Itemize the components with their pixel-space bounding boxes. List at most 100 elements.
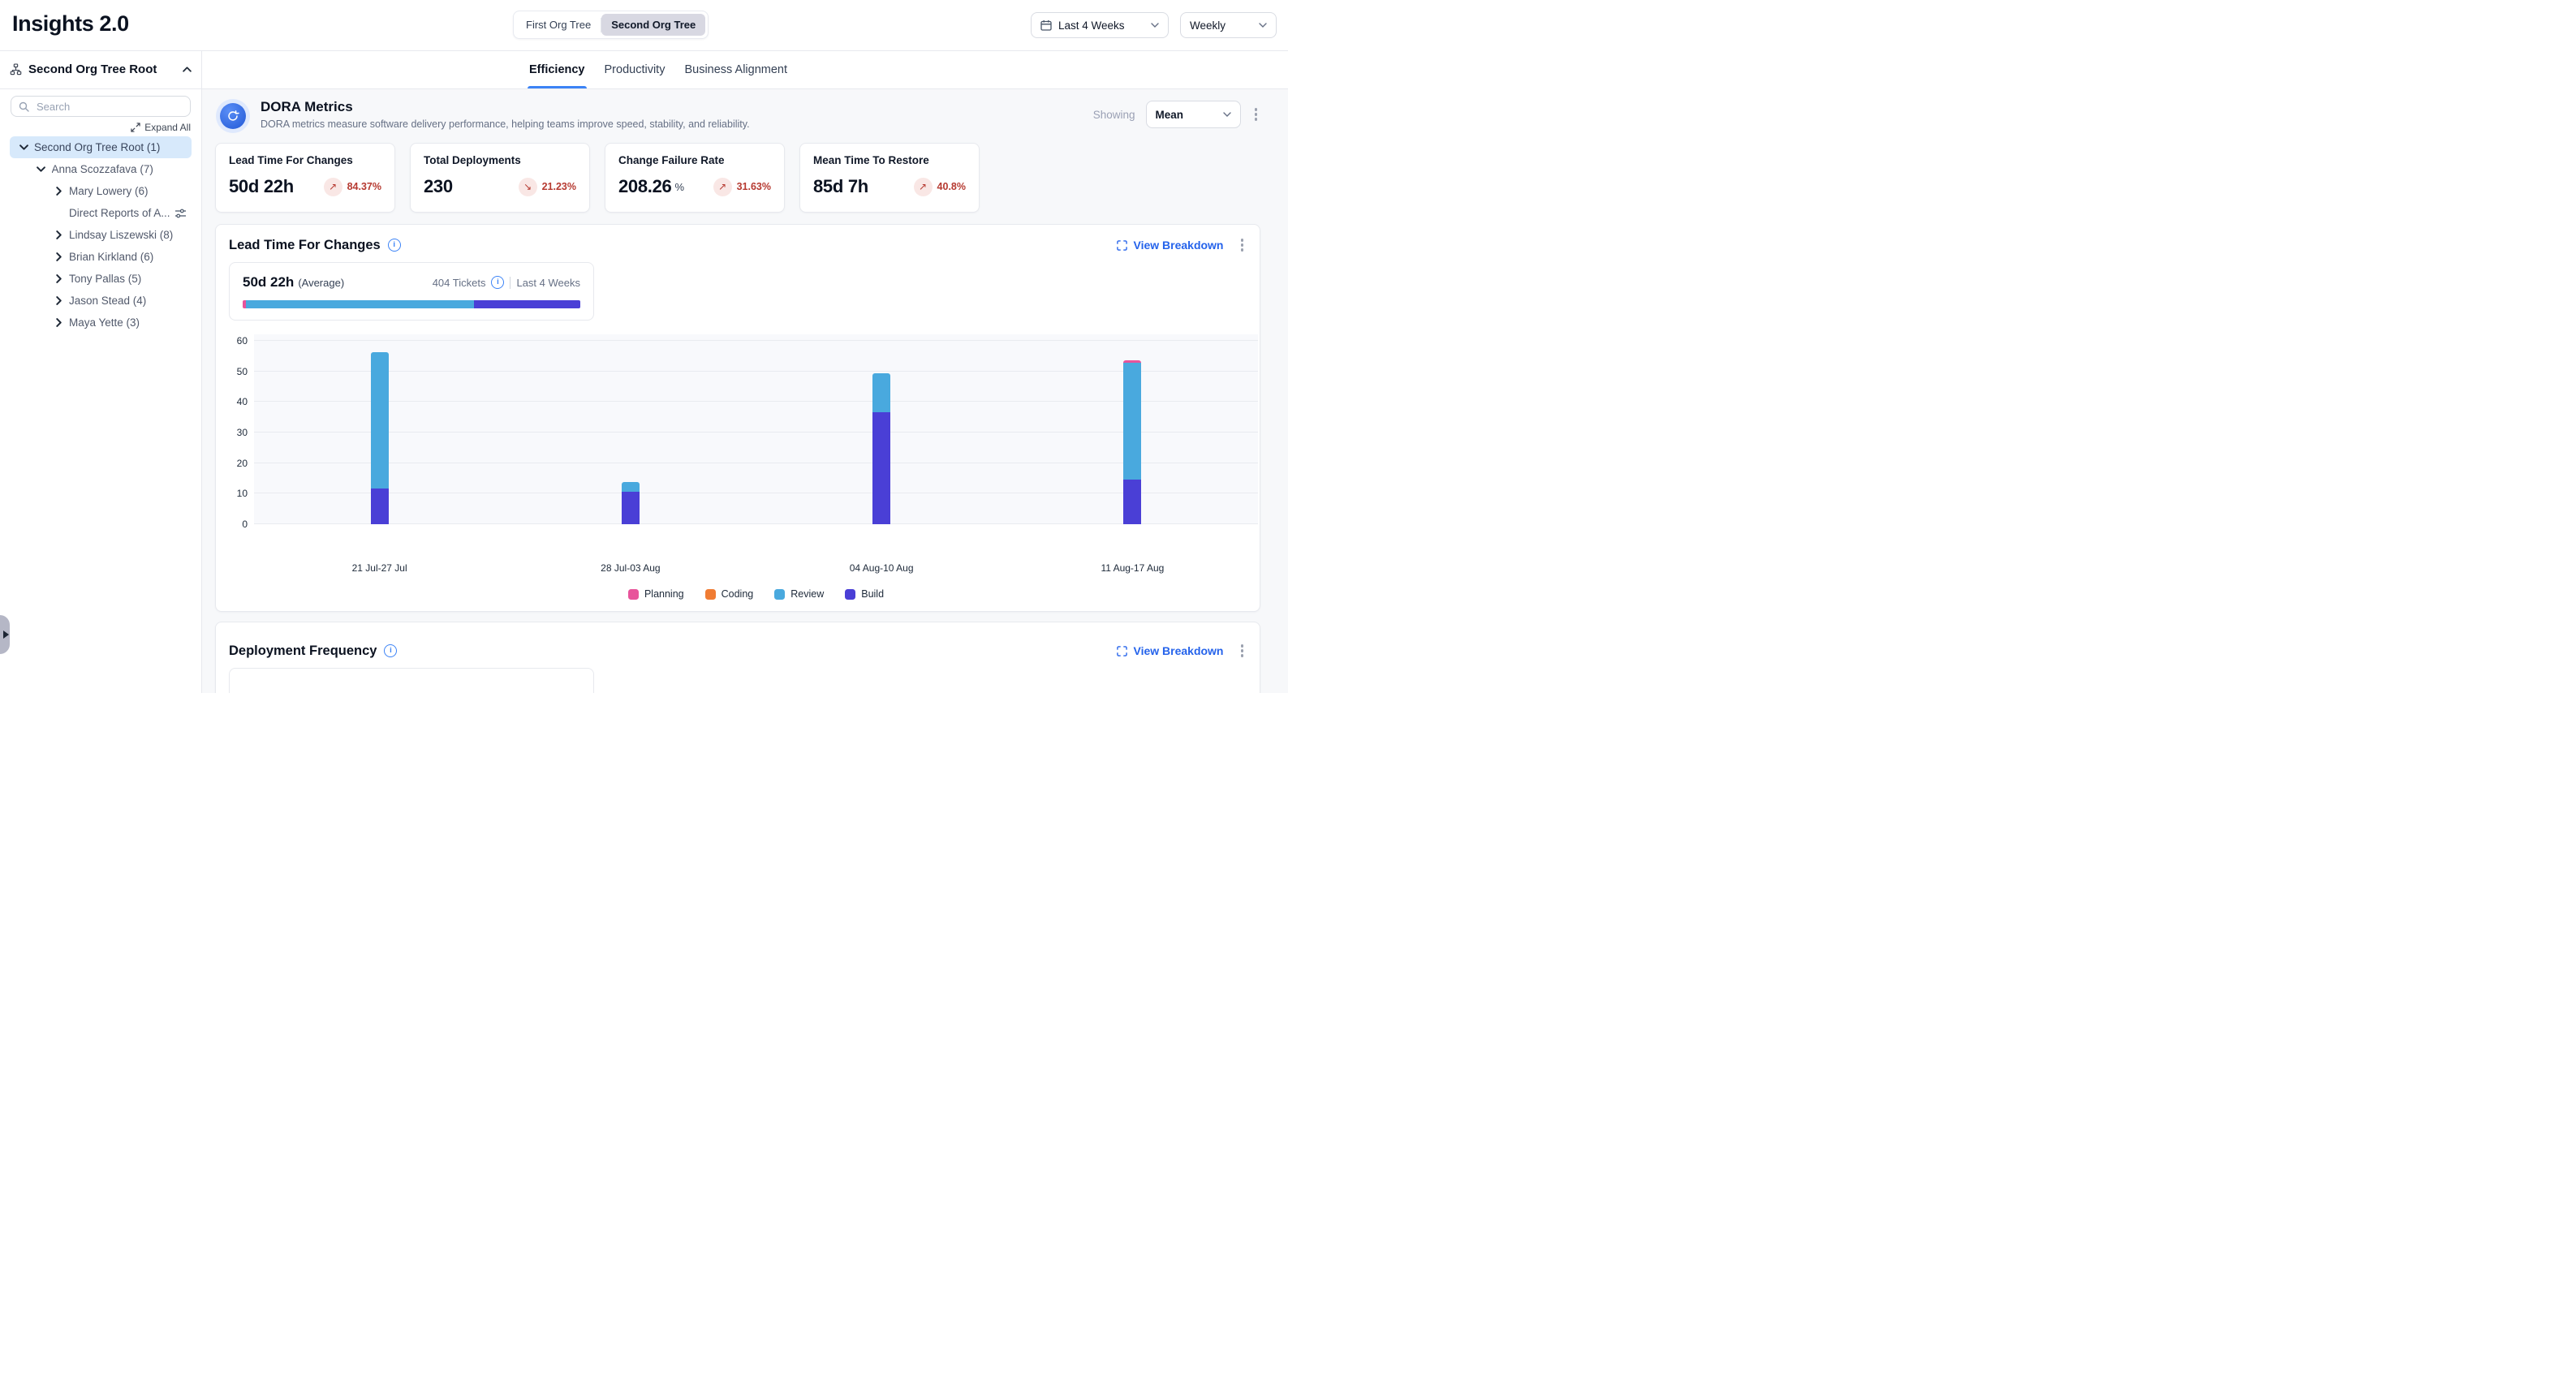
chevron-right-icon[interactable] xyxy=(53,296,64,305)
metric-card[interactable]: Lead Time For Changes50d 22h↗84.37% xyxy=(215,143,395,213)
expand-all-icon xyxy=(131,123,140,132)
info-icon[interactable]: i xyxy=(491,276,504,289)
chevron-right-icon[interactable] xyxy=(53,318,64,327)
phase-distribution-bar xyxy=(243,300,580,308)
metric-card[interactable]: Total Deployments230↘21.23% xyxy=(410,143,590,213)
chevron-right-icon[interactable] xyxy=(53,187,64,196)
tab-efficiency[interactable]: Efficiency xyxy=(528,50,587,88)
summary-period: Last 4 Weeks xyxy=(516,277,580,289)
lead-time-section: Lead Time For Changes i View Breakdown xyxy=(215,224,1260,612)
tab-business-alignment[interactable]: Business Alignment xyxy=(683,50,789,88)
stacked-bar xyxy=(622,482,640,524)
dora-cycle-icon xyxy=(220,103,246,129)
legend-item-planning[interactable]: Planning xyxy=(628,588,684,600)
org-tree-toggle-option[interactable]: First Org Tree xyxy=(516,14,601,36)
x-axis-tick-label: 21 Jul-27 Jul xyxy=(352,562,407,574)
tab-productivity[interactable]: Productivity xyxy=(603,50,667,88)
tree-item-label: Brian Kirkland (6) xyxy=(69,251,153,263)
legend-item-coding[interactable]: Coding xyxy=(705,588,754,600)
gridline xyxy=(254,340,1258,341)
tree-item[interactable]: Jason Stead (4) xyxy=(10,290,192,312)
deployment-frequency-title: Deployment Frequency xyxy=(229,644,377,659)
sidebar: Second Org Tree Root Expand All Second O… xyxy=(0,50,202,693)
chart-x-axis: 21 Jul-27 Jul28 Jul-03 Aug04 Aug-10 Aug1… xyxy=(254,562,1258,574)
tree-item-label: Direct Reports of A... xyxy=(69,207,170,219)
info-icon[interactable]: i xyxy=(384,644,397,657)
content-scroll-area: DORA Metrics DORA metrics measure softwa… xyxy=(202,88,1288,693)
chevron-down-icon[interactable] xyxy=(36,166,47,172)
tree-item[interactable]: Second Org Tree Root (1) xyxy=(10,136,192,158)
chevron-right-icon[interactable] xyxy=(53,274,64,283)
y-axis-tick-label: 60 xyxy=(223,335,248,346)
summary-qualifier: (Average) xyxy=(298,277,344,289)
metric-card-value: 85d 7h xyxy=(813,176,868,197)
app-header: Insights 2.0 First Org TreeSecond Org Tr… xyxy=(0,0,1288,51)
chevron-down-icon xyxy=(1223,112,1231,117)
legend-swatch xyxy=(845,589,855,600)
info-icon[interactable]: i xyxy=(388,239,401,252)
sidebar-header: Second Org Tree Root xyxy=(0,50,201,89)
main-content: Efficiency Productivity Business Alignment… xyxy=(202,50,1288,693)
tree-item-label: Lindsay Liszewski (8) xyxy=(69,229,173,241)
tree-item[interactable]: Anna Scozzafava (7) xyxy=(10,158,192,180)
gridline xyxy=(254,371,1258,372)
kebab-menu-icon[interactable] xyxy=(1238,235,1247,255)
aggregation-value: Mean xyxy=(1156,109,1217,121)
expand-all-button[interactable]: Expand All xyxy=(11,122,191,133)
chart-legend: Planning Coding Review Build xyxy=(254,588,1258,600)
legend-swatch xyxy=(705,589,716,600)
tree-item[interactable]: Tony Pallas (5) xyxy=(10,268,192,290)
stacked-bar xyxy=(872,373,890,524)
tree-item-label: Second Org Tree Root (1) xyxy=(34,141,160,153)
chevron-down-icon[interactable] xyxy=(18,144,29,150)
metric-card-suffix: % xyxy=(675,181,685,193)
collapse-panel-icon[interactable] xyxy=(183,67,192,72)
aggregation-select[interactable]: Mean xyxy=(1146,101,1241,128)
showing-label: Showing xyxy=(1093,109,1135,121)
bar-segment-build xyxy=(872,412,890,524)
triangle-right-icon xyxy=(3,631,9,639)
trend-up-icon: ↗ xyxy=(324,178,342,196)
dora-metrics-header: DORA Metrics DORA metrics measure softwa… xyxy=(215,99,1260,130)
metric-card[interactable]: Change Failure Rate208.26%↗31.63% xyxy=(605,143,785,213)
chart-plot-area: 0102030405060 xyxy=(254,334,1258,524)
chevron-right-icon[interactable] xyxy=(53,230,64,239)
view-breakdown-button[interactable]: View Breakdown xyxy=(1117,239,1223,252)
tree-item[interactable]: Brian Kirkland (6) xyxy=(10,246,192,268)
deployment-summary xyxy=(229,668,594,693)
tree-item[interactable]: Mary Lowery (6) xyxy=(10,180,192,202)
tree-item[interactable]: Maya Yette (3) xyxy=(10,312,192,334)
y-axis-tick-label: 30 xyxy=(223,427,248,438)
chevron-down-icon xyxy=(1259,23,1267,28)
phase-segment-build xyxy=(474,300,580,308)
y-axis-tick-label: 50 xyxy=(223,366,248,377)
date-range-select[interactable]: Last 4 Weeks xyxy=(1031,12,1169,38)
metric-card-delta: 84.37% xyxy=(347,181,381,192)
sidebar-collapse-handle[interactable] xyxy=(0,615,10,654)
date-range-value: Last 4 Weeks xyxy=(1058,19,1144,32)
org-tree-toggle-option[interactable]: Second Org Tree xyxy=(601,14,705,36)
search-input[interactable] xyxy=(35,100,183,114)
metric-card-delta: 40.8% xyxy=(937,181,966,192)
kebab-menu-icon[interactable] xyxy=(1251,105,1261,124)
kebab-menu-icon[interactable] xyxy=(1238,641,1247,661)
legend-label: Build xyxy=(861,588,884,600)
filter-icon[interactable] xyxy=(174,209,187,218)
bar-segment-build xyxy=(622,492,640,524)
x-axis-tick-label: 11 Aug-17 Aug xyxy=(1101,562,1164,574)
legend-item-build[interactable]: Build xyxy=(845,588,884,600)
chevron-right-icon[interactable] xyxy=(53,252,64,261)
view-breakdown-button[interactable]: View Breakdown xyxy=(1117,644,1223,657)
org-tree-icon xyxy=(10,63,22,75)
x-axis-tick-label: 28 Jul-03 Aug xyxy=(601,562,660,574)
y-axis-tick-label: 10 xyxy=(223,488,248,499)
tree-item[interactable]: Lindsay Liszewski (8) xyxy=(10,224,192,246)
granularity-select[interactable]: Weekly xyxy=(1180,12,1277,38)
trend-up-icon: ↗ xyxy=(713,178,732,196)
org-tree-toggle: First Org TreeSecond Org Tree xyxy=(513,11,709,39)
legend-item-review[interactable]: Review xyxy=(774,588,824,600)
tree-item[interactable]: Direct Reports of A... xyxy=(10,202,192,224)
metric-card[interactable]: Mean Time To Restore85d 7h↗40.8% xyxy=(799,143,980,213)
chevron-down-icon xyxy=(1151,23,1159,28)
sidebar-search xyxy=(11,96,191,117)
